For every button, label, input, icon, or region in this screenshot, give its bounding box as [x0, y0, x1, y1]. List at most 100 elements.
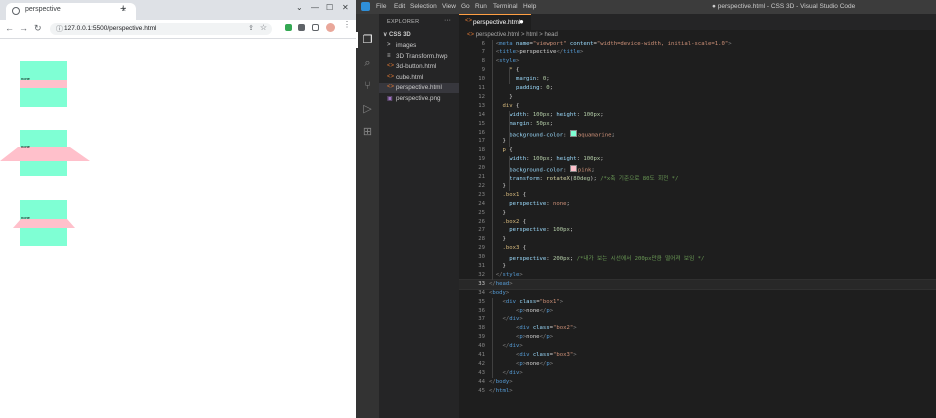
back-arrow-icon[interactable]: ←	[5, 23, 14, 33]
file-tree-item[interactable]: <> perspective.html	[379, 83, 459, 93]
profile-avatar-icon[interactable]	[326, 23, 335, 32]
menu-selection[interactable]: Selection	[410, 3, 437, 10]
code-line[interactable]: 35 <div class="box1">	[459, 298, 936, 307]
editor-tab-perspective[interactable]: <> perspective.html ●	[459, 14, 531, 30]
code-line[interactable]: 21 transform: rotateX(80deg); /*x축 기준으로 …	[459, 174, 936, 183]
code-line[interactable]: 20 background-color: pink;	[459, 165, 936, 174]
code-line[interactable]: 18 p {	[459, 147, 936, 156]
menu-run[interactable]: Run	[475, 3, 487, 10]
explorer-sidebar: EXPLORER ··· ∨ CSS 3D > images ≡ 3D Transfo…	[379, 14, 459, 418]
code-line[interactable]: 30 perspective: 200px; /*내가 보는 시선에서 200p…	[459, 254, 936, 263]
file-tree-item[interactable]: ▣ perspective.png	[379, 94, 459, 104]
source-control-icon[interactable]: ⑂	[361, 80, 374, 93]
editor-tab-label: perspective.html	[473, 19, 521, 26]
code-line[interactable]: 15 margin: 50px;	[459, 120, 936, 129]
more-menu-icon[interactable]: ⋮	[343, 20, 351, 29]
code-line[interactable]: 29 .box3 {	[459, 245, 936, 254]
code-line[interactable]: 40 </div>	[459, 343, 936, 352]
code-line[interactable]: 39 <p>none</p>	[459, 334, 936, 343]
code-line[interactable]: 45 </html>	[459, 387, 936, 396]
code-line[interactable]: 36 <p>none</p>	[459, 307, 936, 316]
browser-tab[interactable]: perspective ×	[6, 3, 136, 20]
code-line[interactable]: 31 }	[459, 263, 936, 272]
menu-terminal[interactable]: Terminal	[493, 3, 518, 10]
code-line[interactable]: 38 <div class="box2">	[459, 325, 936, 334]
bookmark-star-icon[interactable]: ☆	[260, 23, 267, 32]
breadcrumb-html[interactable]: html	[526, 32, 537, 38]
indent-guide	[509, 66, 510, 85]
line-number: 11	[478, 85, 485, 91]
file-tree-item[interactable]: <> cube.html	[379, 73, 459, 83]
code-line[interactable]: 43 </div>	[459, 369, 936, 378]
breadcrumb-separator: >	[539, 32, 543, 38]
code-line[interactable]: 22 }	[459, 182, 936, 191]
indent-guide	[509, 155, 510, 192]
line-content: </div>	[502, 369, 523, 376]
menu-edit[interactable]: Edit	[394, 3, 405, 10]
workspace-root[interactable]: ∨ CSS 3D	[383, 31, 411, 38]
code-line[interactable]: 12 }	[459, 93, 936, 102]
sidepanel-icon[interactable]	[312, 24, 319, 31]
code-line[interactable]: 33 </head>	[459, 279, 936, 291]
new-tab-button[interactable]: +	[120, 3, 126, 15]
forward-arrow-icon[interactable]: →	[19, 23, 28, 33]
reload-icon[interactable]: ↻	[34, 23, 42, 34]
code-line[interactable]: 9 * {	[459, 67, 936, 76]
info-icon[interactable]: ⓘ	[56, 24, 63, 34]
code-line[interactable]: 24 perspective: none;	[459, 200, 936, 209]
extension-shield-icon[interactable]	[285, 24, 292, 31]
puzzle-extensions-icon[interactable]	[298, 24, 305, 31]
breadcrumb-head[interactable]: head	[544, 32, 557, 38]
code-line[interactable]: 27 perspective: 100px;	[459, 227, 936, 236]
file-tree-item[interactable]: <> 3d-button.html	[379, 62, 459, 72]
code-line[interactable]: 8 <style>	[459, 58, 936, 67]
minimize-icon[interactable]: —	[311, 3, 319, 12]
line-content: </div>	[502, 343, 523, 350]
extensions-icon[interactable]: ⊞	[361, 126, 374, 139]
chevron-down-icon[interactable]: ⌄	[296, 3, 303, 12]
file-tree-item[interactable]: ≡ 3D Transform.hwp	[379, 52, 459, 62]
code-line[interactable]: 13 div {	[459, 102, 936, 111]
menu-go[interactable]: Go	[461, 3, 470, 10]
menu-help[interactable]: Help	[523, 3, 536, 10]
code-line[interactable]: 17 }	[459, 138, 936, 147]
line-content: </body>	[489, 378, 513, 385]
files-icon[interactable]: ❐	[361, 34, 374, 47]
code-line[interactable]: 25 }	[459, 209, 936, 218]
code-line[interactable]: 26 .box2 {	[459, 218, 936, 227]
code-line[interactable]: 14 width: 100px; height: 100px;	[459, 111, 936, 120]
file-tree-item[interactable]: > images	[379, 41, 459, 51]
address-bar[interactable]: ⓘ 127.0.0.1:5500/perspective.html ⇪ ☆	[50, 23, 272, 35]
line-content: <p>none</p>	[515, 334, 554, 341]
more-actions-icon[interactable]: ···	[444, 17, 451, 24]
code-line[interactable]: 34 <body>	[459, 289, 936, 298]
code-line[interactable]: 6 <meta name="viewport" content="width=d…	[459, 40, 936, 49]
line-content: </div>	[502, 316, 523, 323]
code-line[interactable]: 44 </body>	[459, 378, 936, 387]
code-line[interactable]: 11 padding: 0;	[459, 85, 936, 94]
line-number: 26	[478, 218, 485, 225]
code-line[interactable]: 41 <div class="box3">	[459, 352, 936, 361]
line-number: 37	[478, 316, 485, 323]
breadcrumb-file[interactable]: perspective.html	[476, 32, 520, 38]
run-debug-icon[interactable]: ▷	[361, 103, 374, 116]
maximize-icon[interactable]: ☐	[326, 3, 333, 12]
code-line[interactable]: 42 <p>none</p>	[459, 360, 936, 369]
code-line[interactable]: 10 margin: 0;	[459, 76, 936, 85]
code-editor[interactable]: 6 <meta name="viewport" content="width=d…	[459, 40, 936, 410]
code-line[interactable]: 7 <title>perspective</title>	[459, 49, 936, 58]
unsaved-dot-icon[interactable]: ●	[519, 17, 524, 26]
line-number: 12	[478, 93, 485, 100]
search-icon[interactable]: ⌕	[361, 57, 374, 70]
code-line[interactable]: 16 background-color: aquamarine;	[459, 129, 936, 138]
code-line[interactable]: 19 width: 100px; height: 100px;	[459, 156, 936, 165]
code-line[interactable]: 23 .box1 {	[459, 191, 936, 200]
box3-text: none	[21, 215, 30, 220]
menu-file[interactable]: File	[376, 3, 386, 10]
code-line[interactable]: 28 }	[459, 236, 936, 245]
menu-view[interactable]: View	[442, 3, 456, 10]
close-window-icon[interactable]: ✕	[342, 3, 349, 12]
code-line[interactable]: 32 </style>	[459, 271, 936, 280]
share-icon[interactable]: ⇪	[248, 24, 254, 32]
code-line[interactable]: 37 </div>	[459, 316, 936, 325]
